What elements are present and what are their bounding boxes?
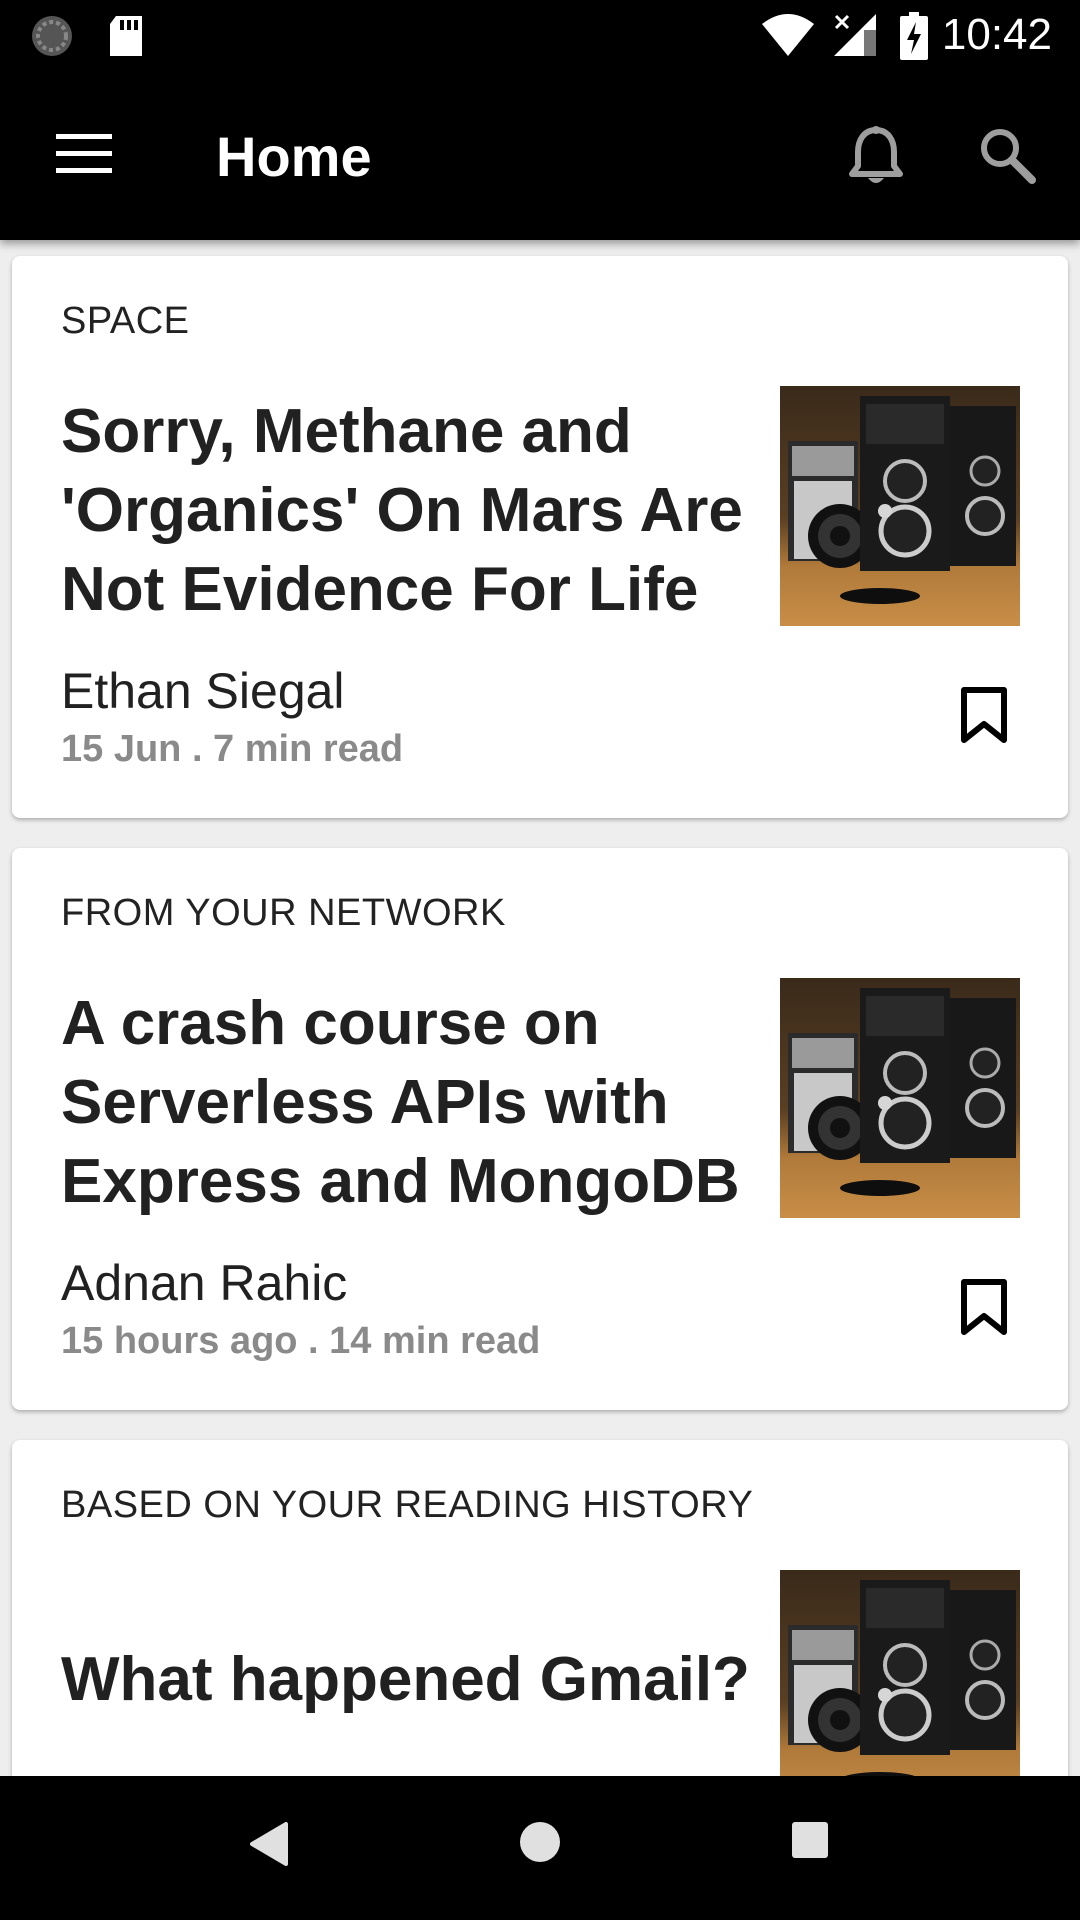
article-category: SPACE [61,300,190,342]
sd-card-icon [106,14,146,63]
bookmark-icon[interactable] [960,1278,1008,1341]
recents-icon[interactable] [790,1820,830,1865]
search-icon[interactable] [978,126,1036,189]
article-thumbnail[interactable] [780,386,1020,626]
system-nav-bar [0,1776,1080,1920]
app-bar: Home [0,72,1080,240]
article-card[interactable]: FROM YOUR NETWORK A crash course on Serv… [12,848,1068,1410]
status-bar: 10:42 [0,0,1080,72]
page-title: Home [216,125,372,188]
article-thumbnail[interactable] [780,1570,1020,1776]
article-feed[interactable]: SPACE Sorry, Methane and 'Organics' On M… [0,240,1080,1776]
article-category: FROM YOUR NETWORK [61,892,506,934]
cell-signal-icon [832,12,878,63]
article-author: Ethan Siegal [61,663,345,719]
article-card[interactable]: BASED ON YOUR READING HISTORY What happe… [12,1440,1068,1776]
notifications-bell-icon[interactable] [848,126,904,191]
battery-charging-icon [900,12,928,65]
status-time: 10:42 [941,10,1052,59]
article-author: Adnan Rahic [61,1255,348,1311]
article-meta: 15 Jun . 7 min read [61,728,404,770]
article-category: BASED ON YOUR READING HISTORY [61,1484,754,1526]
menu-icon[interactable] [56,134,112,179]
article-headline[interactable]: Sorry, Methane and 'Organics' On Mars Ar… [61,392,761,629]
article-thumbnail[interactable] [780,978,1020,1218]
back-icon[interactable] [248,1820,290,1873]
sync-icon [30,14,74,63]
wifi-icon [760,12,816,63]
article-card[interactable]: SPACE Sorry, Methane and 'Organics' On M… [12,256,1068,818]
article-headline[interactable]: A crash course on Serverless APIs with E… [61,984,761,1221]
article-meta: 15 hours ago . 14 min read [61,1320,541,1362]
home-icon[interactable] [518,1820,562,1869]
article-headline[interactable]: What happened Gmail? [61,1640,781,1719]
bookmark-icon[interactable] [960,686,1008,749]
